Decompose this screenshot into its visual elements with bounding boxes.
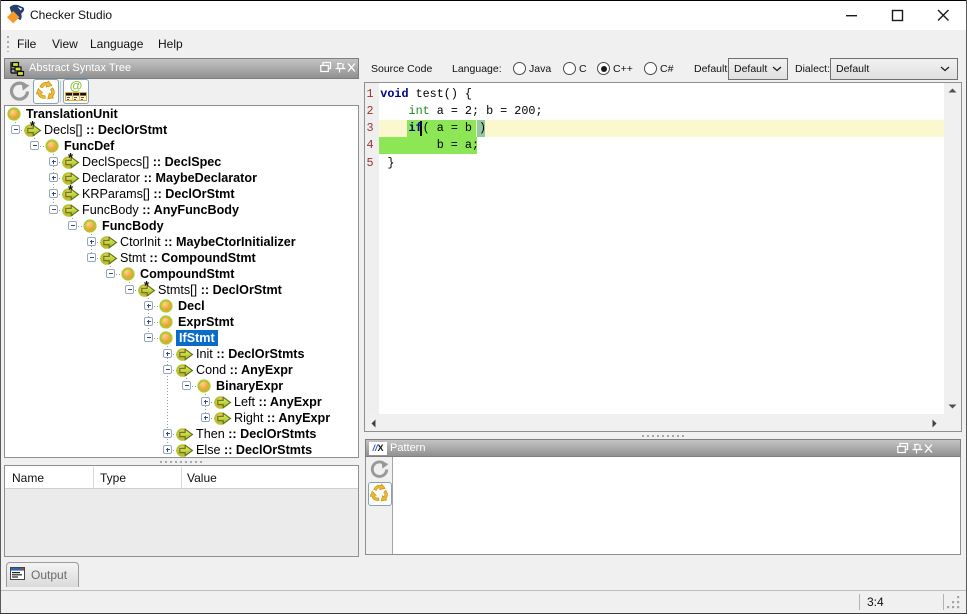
svg-text:@: @ xyxy=(70,80,83,93)
